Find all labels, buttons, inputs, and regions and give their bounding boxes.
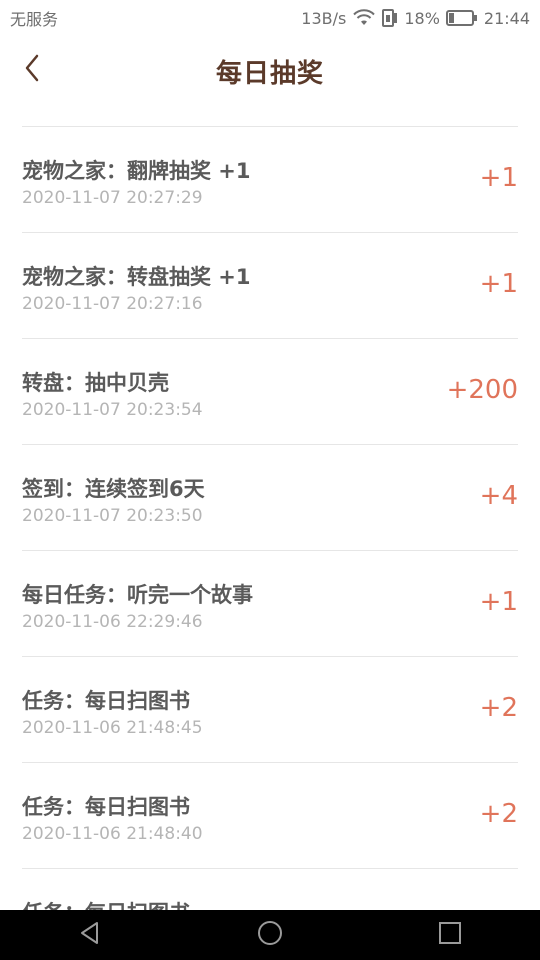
home-circle-icon xyxy=(256,919,284,951)
record-time: 2020-11-06 22:29:46 xyxy=(22,612,203,632)
list-item[interactable]: 任务：每日扫图书 2020-11-06 21:48:40 +2 xyxy=(22,763,518,869)
back-triangle-icon xyxy=(77,920,103,950)
clock: 21:44 xyxy=(483,8,530,28)
record-value: +1 xyxy=(479,163,518,193)
carrier-text: 无服务 xyxy=(10,10,59,29)
back-button[interactable] xyxy=(14,52,50,88)
record-title: 宠物之家：转盘抽奖 +1 xyxy=(22,265,251,289)
record-title: 宠物之家：翻牌抽奖 +1 xyxy=(22,159,251,183)
page-header: 每日抽奖 xyxy=(0,36,540,106)
record-value: +200 xyxy=(446,375,518,405)
list-item[interactable]: 每日任务：听完一个故事 2020-11-06 22:29:46 +1 xyxy=(22,551,518,657)
status-bar: 无服务 13B/s 18% 21:44 xyxy=(0,0,540,36)
list-item[interactable]: 签到：连续签到6天 2020-11-07 20:23:50 +4 xyxy=(22,445,518,551)
nav-back-button[interactable] xyxy=(60,910,120,960)
record-time: 2020-11-06 21:48:45 xyxy=(22,718,203,738)
list-item[interactable]: 宠物之家：转盘抽奖 +1 2020-11-07 20:27:16 +1 xyxy=(22,233,518,339)
record-time: 2020-11-07 20:27:29 xyxy=(22,188,203,208)
record-value: +2 xyxy=(479,799,518,829)
list-item[interactable]: 任务：每日扫图书 2020-11-06 21:48:45 +2 xyxy=(22,657,518,763)
record-title: 任务：每日扫图书 xyxy=(22,689,190,713)
page-title: 每日抽奖 xyxy=(215,58,324,89)
battery-icon xyxy=(445,10,478,26)
nav-recents-button[interactable] xyxy=(420,910,480,960)
record-time: 2020-11-06 21:48:40 xyxy=(22,824,203,844)
list-item[interactable]: 任务：每日扫图书 xyxy=(22,869,518,911)
record-list[interactable]: 宠物之家：翻牌抽奖 +1 2020-11-07 20:27:29 +1 宠物之家… xyxy=(22,126,518,911)
record-title: 任务：每日扫图书 xyxy=(22,795,190,819)
network-speed: 13B/s xyxy=(301,8,347,28)
record-time: 2020-11-07 20:23:54 xyxy=(22,400,203,420)
record-value: +1 xyxy=(479,269,518,299)
record-value: +2 xyxy=(479,693,518,723)
list-item[interactable]: 宠物之家：翻牌抽奖 +1 2020-11-07 20:27:29 +1 xyxy=(22,127,518,233)
record-value: +1 xyxy=(479,587,518,617)
record-time: 2020-11-07 20:23:50 xyxy=(22,506,203,526)
recents-square-icon xyxy=(438,921,462,949)
chevron-left-icon xyxy=(22,53,42,87)
list-item[interactable]: 转盘：抽中贝壳 2020-11-07 20:23:54 +200 xyxy=(22,339,518,445)
record-value: +4 xyxy=(479,481,518,511)
status-indicators: 13B/s 18% 21:44 xyxy=(301,9,530,28)
record-title: 转盘：抽中贝壳 xyxy=(22,371,169,395)
record-title: 每日任务：听完一个故事 xyxy=(22,583,253,607)
sim-icon xyxy=(382,9,398,27)
record-time: 2020-11-07 20:27:16 xyxy=(22,294,203,314)
record-title: 任务：每日扫图书 xyxy=(22,897,190,911)
wifi-icon xyxy=(352,9,376,27)
nav-home-button[interactable] xyxy=(240,910,300,960)
system-nav-bar xyxy=(0,910,540,960)
battery-percent: 18% xyxy=(404,8,440,28)
record-title: 签到：连续签到6天 xyxy=(22,477,205,501)
